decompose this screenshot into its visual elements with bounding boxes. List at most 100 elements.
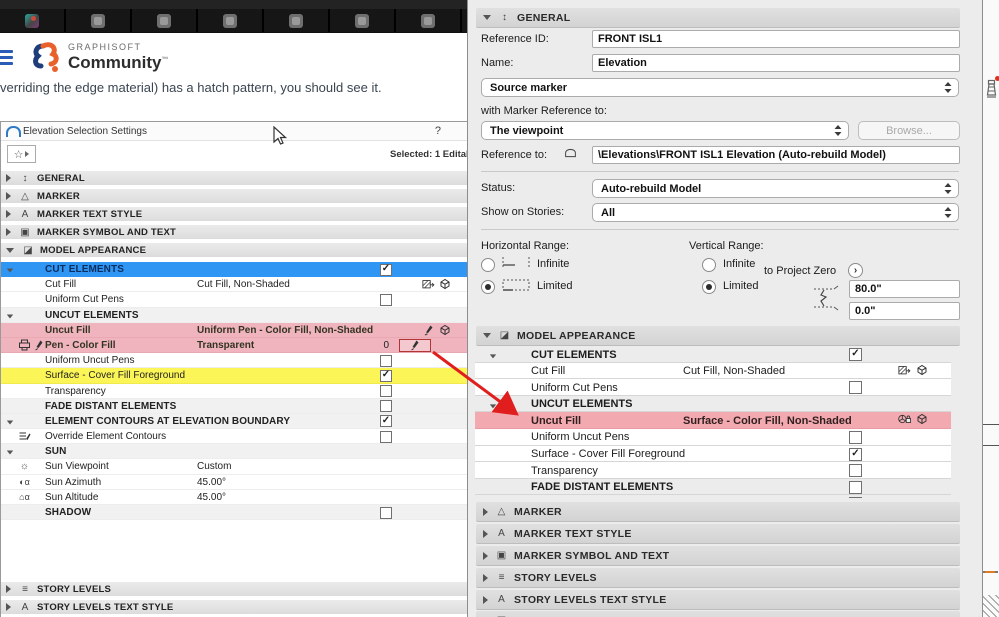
checkbox[interactable] (380, 293, 392, 306)
status-select[interactable]: Auto-rebuild Model (592, 179, 959, 198)
settings-row-uncut-fill[interactable]: Uncut Fill Uniform Pen - Color Fill, Non-… (1, 322, 467, 338)
settings-row-shadow[interactable]: SHADOW (1, 505, 467, 521)
browser-tabstrip (0, 9, 528, 32)
section-model-appearance[interactable]: ◪ MODEL APPEARANCE (1, 243, 467, 257)
settings-row-sun-azimuth[interactable]: ◐α Sun Azimuth 45.00° (1, 474, 467, 490)
surface-icon (915, 364, 928, 376)
section-marker-symbol-and-text[interactable]: ▣ MARKER SYMBOL AND TEXT (476, 546, 960, 566)
row-action-icons[interactable] (898, 364, 928, 376)
viewpoint-select[interactable]: The viewpoint (481, 121, 849, 140)
section-story-levels[interactable]: ≡ STORY LEVELS (1, 582, 467, 596)
settings-row-cut-fill[interactable]: Cut Fill Cut Fill, Non-Shaded (1, 277, 467, 293)
settings-row-cut-elements[interactable]: CUT ELEMENTS (1, 262, 467, 278)
horizontal-infinite-radio[interactable] (481, 258, 495, 272)
checkbox[interactable] (849, 447, 862, 461)
section-story-levels-text-style[interactable]: A STORY LEVELS TEXT STYLE (476, 590, 960, 610)
general-section-bar[interactable]: ↕ GENERAL (476, 8, 960, 28)
chevron-down-icon (6, 247, 14, 253)
settings-row-uncut-fill[interactable]: Uncut Fill Surface - Color Fill, Non-Shad… (475, 412, 951, 429)
checkbox[interactable] (380, 400, 392, 413)
checkbox[interactable] (380, 506, 392, 519)
settings-row-uniform-uncut-pens[interactable]: Uniform Uncut Pens (1, 353, 467, 369)
dialog-titlebar[interactable]: Elevation Selection Settings ? (1, 122, 467, 141)
settings-row-transparency[interactable]: Transparency (475, 462, 951, 479)
browser-tab[interactable] (66, 9, 132, 32)
settings-row-override-element-contours[interactable]: Override Element Contours (1, 429, 467, 445)
model-appearance-section-bar[interactable]: ◪ MODEL APPEARANCE (476, 326, 960, 346)
section-marker-text-style[interactable]: A MARKER TEXT STYLE (1, 207, 467, 221)
checkbox[interactable] (849, 381, 862, 395)
elevation-settings-panel-mac: ↕ GENERAL Reference ID: FRONT ISL1 Name:… (467, 0, 983, 617)
help-icon[interactable]: ? (435, 125, 441, 137)
browser-tab[interactable] (396, 9, 462, 32)
checkbox[interactable] (849, 480, 862, 494)
settings-row-fade-distant-elements[interactable]: FADE DISTANT ELEMENTS (1, 398, 467, 414)
section-story-levels-symbol-and-text[interactable]: ▣STORY LEVELS SYMBOL AND TEXT (476, 611, 960, 617)
browser-tab[interactable] (132, 9, 198, 32)
settings-row-uniform-uncut-pens[interactable]: Uniform Uncut Pens (475, 428, 951, 446)
settings-row-sun[interactable]: SUN (1, 444, 467, 460)
browser-tab[interactable] (198, 9, 264, 32)
favorites-button[interactable]: ☆ (7, 145, 36, 163)
name-input[interactable]: Elevation (592, 54, 960, 72)
checkbox[interactable] (380, 385, 392, 397)
tab-favicon-icon (25, 13, 39, 28)
settings-row-uniform-cut-pens[interactable]: Uniform Cut Pens (1, 292, 467, 308)
vertical-limited-radio[interactable] (702, 280, 716, 294)
reference-to-input[interactable]: \Elevations\FRONT ISL1 Elevation (Auto-r… (592, 146, 960, 164)
pen-color-button[interactable] (399, 338, 431, 353)
settings-row-surface-cover-fill-foreground[interactable]: Surface - Cover Fill Foreground (475, 445, 951, 463)
menu-icon[interactable] (0, 50, 13, 68)
settings-row-pen-color-fill[interactable]: Pen - Color Fill Transparent 0 (1, 337, 467, 354)
chevron-down-icon (6, 420, 14, 425)
horizontal-limited-radio[interactable] (481, 280, 495, 294)
section-marker-text-style[interactable]: A MARKER TEXT STYLE (476, 524, 960, 544)
settings-row-cut-elements[interactable]: CUT ELEMENTS (475, 346, 951, 363)
project-zero-chevron-icon[interactable]: › (848, 263, 863, 278)
settings-row-sun-altitude[interactable]: ⌂α Sun Altitude 45.00° (1, 489, 467, 505)
settings-row-sun-viewpoint[interactable]: ☼ Sun Viewpoint Custom (1, 459, 467, 475)
checkbox[interactable] (849, 464, 862, 478)
range-bottom-input[interactable]: 0.0" (849, 302, 960, 320)
checkbox[interactable] (380, 354, 392, 367)
settings-row-surface-cover-fill-foreground[interactable]: Surface - Cover Fill Foreground (1, 368, 467, 384)
vertical-infinite-radio[interactable] (702, 258, 716, 272)
settings-row-element-contours-at-elevation-boundary[interactable]: ELEMENT CONTOURS AT ELEVATION BOUNDARY (1, 413, 467, 430)
section-marker[interactable]: △ MARKER (1, 189, 467, 203)
checkbox[interactable] (380, 263, 392, 276)
show-on-stories-select[interactable]: All (592, 203, 959, 222)
browse-button[interactable]: Browse... (858, 121, 960, 140)
reference-id-input[interactable]: FRONT ISL1 (592, 30, 960, 48)
section-general[interactable]: ↕ GENERAL (1, 171, 467, 185)
checkbox[interactable] (849, 430, 862, 444)
row-action-icons[interactable] (898, 413, 928, 425)
row-label: UNCUT ELEMENTS (45, 309, 139, 321)
settings-row-uniform-cut-pens[interactable]: Uniform Cut Pens (475, 379, 951, 396)
settings-row-cut-fill[interactable]: Cut Fill Cut Fill, Non-Shaded (475, 362, 951, 380)
settings-row-uncut-elements[interactable]: UNCUT ELEMENTS (1, 307, 467, 323)
row-action-icons[interactable] (422, 278, 451, 290)
section-story-levels-text-style[interactable]: A STORY LEVELS TEXT STYLE (1, 600, 467, 614)
browser-tab[interactable] (330, 9, 396, 32)
chevron-updown-icon (942, 182, 954, 198)
section-marker-symbol-and-text[interactable]: ▣ MARKER SYMBOL AND TEXT (1, 225, 467, 239)
fill-override-icon (422, 278, 435, 290)
range-top-input[interactable]: 80.0" (849, 280, 960, 298)
settings-row-transparency[interactable]: Transparency (1, 383, 467, 399)
checkbox[interactable] (849, 348, 862, 361)
browser-tab[interactable] (0, 9, 66, 32)
settings-row-fade-distant-elements[interactable]: FADE DISTANT ELEMENTS (475, 478, 951, 496)
checkbox[interactable] (380, 415, 392, 428)
source-marker-value: Source marker (490, 81, 568, 94)
checkbox[interactable] (849, 497, 862, 498)
row-action-icons[interactable] (422, 324, 451, 336)
brand-text[interactable]: GRAPHISOFT Community™ (68, 43, 169, 72)
browser-tab[interactable] (264, 9, 330, 32)
section-story-levels[interactable]: ≡ STORY LEVELS (476, 568, 960, 588)
checkbox[interactable] (380, 430, 392, 443)
settings-row-uncut-elements[interactable]: UNCUT ELEMENTS (475, 395, 951, 413)
source-marker-select[interactable]: Source marker (481, 78, 959, 97)
checkbox[interactable] (380, 369, 392, 382)
section-marker[interactable]: △ MARKER (476, 502, 960, 522)
settings-row-element-contours-at-elevation-boundary[interactable]: ELEMENT CONTOURS AT ELEVATION BOUNDARY (475, 495, 951, 498)
